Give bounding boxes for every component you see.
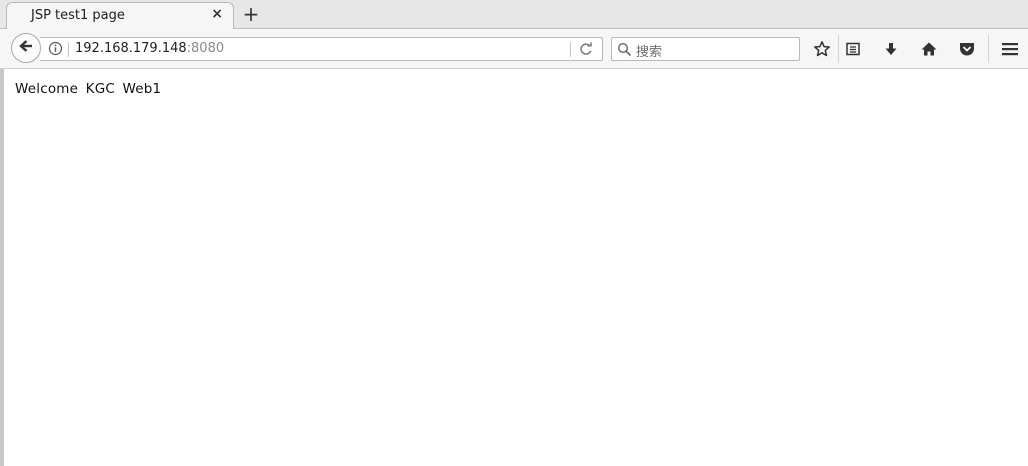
info-icon[interactable] bbox=[48, 41, 63, 60]
url-port: :8080 bbox=[186, 41, 225, 56]
tab-close-icon[interactable]: × bbox=[211, 6, 223, 22]
search-bar[interactable]: 搜索 bbox=[611, 37, 800, 61]
window-left-edge bbox=[0, 0, 4, 466]
bookmark-star-icon[interactable] bbox=[812, 39, 832, 59]
url-separator bbox=[68, 42, 69, 57]
home-icon[interactable] bbox=[919, 39, 939, 59]
reload-icon[interactable] bbox=[578, 41, 594, 61]
page-body-text: Welcome KGC Web1 bbox=[15, 81, 162, 97]
search-placeholder: 搜索 bbox=[636, 45, 663, 60]
url-bar[interactable]: 192.168.179.148:8080 bbox=[40, 37, 603, 61]
url-text[interactable]: 192.168.179.148:8080 bbox=[75, 41, 224, 56]
tab-bar: JSP test1 page × + bbox=[0, 0, 1028, 30]
toolbar-separator bbox=[988, 35, 989, 63]
url-separator-reload bbox=[570, 42, 571, 57]
back-button[interactable] bbox=[11, 33, 41, 63]
menu-icon[interactable] bbox=[1000, 39, 1020, 59]
toolbar-separator bbox=[838, 35, 839, 63]
new-tab-button[interactable]: + bbox=[240, 1, 262, 27]
pocket-icon[interactable] bbox=[957, 39, 977, 59]
search-icon bbox=[617, 42, 632, 61]
url-host: 192.168.179.148 bbox=[75, 41, 187, 56]
reader-list-icon[interactable] bbox=[843, 39, 863, 59]
downloads-icon[interactable] bbox=[881, 39, 901, 59]
back-arrow-icon bbox=[18, 38, 34, 58]
tab-title: JSP test1 page bbox=[31, 8, 125, 23]
nav-toolbar: 192.168.179.148:8080 搜索 bbox=[0, 29, 1028, 69]
tab-active[interactable]: JSP test1 page × bbox=[6, 2, 234, 30]
